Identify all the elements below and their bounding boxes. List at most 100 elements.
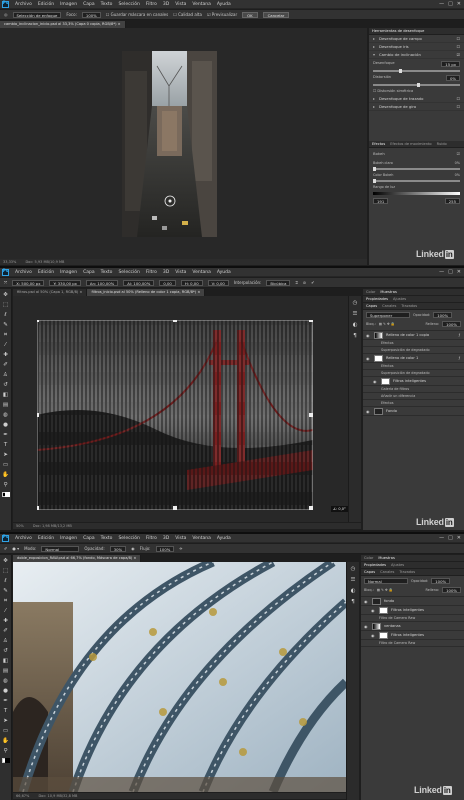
opacity-input[interactable]: 100% — [431, 578, 451, 584]
checkbox-icon[interactable]: ☐ — [457, 36, 460, 41]
eraser-tool-icon[interactable]: ◧ — [2, 392, 10, 399]
visibility-eye-icon[interactable]: ◉ — [364, 624, 369, 629]
stamp-tool-icon[interactable]: ♙ — [2, 372, 10, 379]
tab-adjustments[interactable]: Ajustes — [391, 563, 404, 567]
tab-layers[interactable]: Capas — [364, 570, 375, 574]
tilt-distortion-slider[interactable] — [373, 83, 460, 87]
menu-ayuda[interactable]: Ayuda — [217, 270, 231, 275]
menu-texto[interactable]: Texto — [101, 536, 113, 541]
menu-imagen[interactable]: Imagen — [60, 270, 77, 275]
y-input[interactable]: Y: 330,00 px — [49, 279, 81, 286]
cancel-button[interactable]: Cancelar — [262, 11, 290, 18]
blur-tool-icon[interactable]: ◍ — [2, 678, 10, 685]
menu-capa[interactable]: Capa — [83, 536, 95, 541]
brush-tool-icon[interactable]: ✐ — [2, 362, 10, 369]
layer-effect-item[interactable]: Efectos — [363, 400, 464, 407]
document-tab[interactable]: filtros.psd al 50% (Capa 1, RGB/8) × — [13, 289, 88, 296]
symmetric-distortion-checkbox[interactable]: ☐ Distorsión simétrica — [369, 87, 464, 95]
visibility-eye-icon[interactable]: ◉ — [366, 409, 371, 414]
angle-input[interactable]: 0,00 — [159, 279, 176, 286]
layer-thumbnail[interactable] — [374, 354, 383, 362]
menu-seleccion[interactable]: Selección — [118, 270, 139, 275]
layer-fx-icon[interactable]: ƒ — [459, 333, 460, 337]
healing-tool-icon[interactable]: ✚ — [2, 352, 10, 359]
lasso-tool-icon[interactable]: ℓ — [2, 578, 10, 585]
adjustments-panel-icon[interactable]: ◐ — [349, 588, 357, 595]
tab-swatches[interactable]: Muestras — [378, 556, 394, 560]
menu-edicion[interactable]: Edición — [38, 536, 54, 541]
menu-archivo[interactable]: Archivo — [15, 536, 32, 541]
pressure-opacity-icon[interactable]: ◉ — [131, 546, 135, 551]
quick-select-tool-icon[interactable]: ✎ — [2, 322, 10, 329]
tab-channels[interactable]: Canales — [382, 304, 396, 308]
gradient-tool-icon[interactable]: ▤ — [2, 668, 10, 675]
marquee-tool-icon[interactable]: ⬚ — [2, 568, 10, 575]
paragraph-panel-icon[interactable]: ¶ — [351, 333, 359, 340]
marquee-tool-icon[interactable]: ⬚ — [2, 302, 10, 309]
layer-name[interactable]: Filtros inteligentes — [391, 608, 424, 612]
menu-vista[interactable]: Vista — [175, 536, 186, 541]
menu-ventana[interactable]: Ventana — [192, 270, 210, 275]
flow-input[interactable]: 100% — [155, 545, 175, 552]
blend-mode-select[interactable]: Superponer — [366, 312, 410, 318]
vskew-input[interactable]: V: 0,00 — [207, 279, 229, 286]
checkbox-icon[interactable]: ☐ — [457, 104, 460, 109]
close-icon[interactable]: ✕ — [457, 1, 461, 7]
layer-thumbnail[interactable] — [381, 377, 390, 385]
canvas-area-1[interactable] — [0, 28, 367, 261]
interpolation-select[interactable]: Bicúbica — [266, 279, 291, 286]
tab-motion-effects[interactable]: Efectos de movimiento — [390, 142, 431, 146]
tab-color[interactable]: Color — [366, 290, 375, 294]
preview-checkbox[interactable]: ☑ Previsualizar — [207, 12, 237, 17]
layer-effect-item[interactable]: Superposición de degradado — [363, 347, 464, 354]
light-range-min[interactable]: 191 — [373, 198, 389, 204]
checkbox-checked-icon[interactable]: ☑ — [457, 151, 460, 156]
history-panel-icon[interactable]: ◷ — [351, 300, 359, 307]
light-range-max[interactable]: 255 — [444, 198, 460, 204]
layer-fx-icon[interactable]: ƒ — [459, 356, 460, 360]
smart-filters-row[interactable]: ◉ Filtros inteligentes — [363, 377, 464, 386]
chevron-right-icon[interactable]: ▸ — [373, 36, 375, 41]
menu-texto[interactable]: Texto — [101, 2, 113, 7]
menu-ayuda[interactable]: Ayuda — [217, 2, 231, 7]
crop-tool-icon[interactable]: ⌗ — [2, 332, 10, 339]
menu-vista[interactable]: Vista — [175, 270, 186, 275]
layer-effect-item[interactable]: Filtro de Camera Raw — [361, 615, 464, 622]
menu-imagen[interactable]: Imagen — [60, 536, 77, 541]
layer-name[interactable]: Fondo — [386, 409, 397, 413]
menu-vista[interactable]: Vista — [175, 2, 186, 7]
commit-transform-icon[interactable]: ✔ — [311, 280, 314, 285]
effect-tilt-shift[interactable]: ▾ Cambio de inclinación ☑ — [369, 51, 464, 59]
visibility-eye-icon[interactable]: ◉ — [373, 379, 378, 384]
menu-seleccion[interactable]: Selección — [118, 536, 139, 541]
layer-effect-item[interactable]: Efectos — [363, 363, 464, 370]
layer-effect-item[interactable]: Galería de filtros — [363, 386, 464, 393]
type-tool-icon[interactable]: T — [2, 442, 10, 449]
history-panel-icon[interactable]: ◷ — [349, 566, 357, 573]
eyedropper-tool-icon[interactable]: ⁄ — [2, 608, 10, 615]
menu-seleccion[interactable]: Selección — [118, 2, 139, 7]
healing-tool-icon[interactable]: ✚ — [2, 618, 10, 625]
layer-name[interactable]: Filtros inteligentes — [393, 379, 426, 383]
minimize-icon[interactable]: — — [439, 269, 444, 275]
hskew-input[interactable]: H: 0,00 — [180, 279, 203, 286]
tilt-blur-slider-handle[interactable] — [399, 69, 403, 73]
cancel-transform-icon[interactable]: ⊘ — [303, 280, 306, 285]
tilt-distortion-value[interactable]: 0% — [445, 75, 460, 81]
tab-paths[interactable]: Trazados — [401, 304, 417, 308]
effect-spin-blur[interactable]: ▸ Desenfoque de giro ☐ — [369, 103, 464, 111]
ok-button[interactable]: OK — [242, 11, 258, 18]
menu-ventana[interactable]: Ventana — [192, 536, 210, 541]
high-quality-checkbox[interactable]: ☐ Calidad alta — [173, 12, 202, 17]
checkbox-icon[interactable]: ☐ — [457, 96, 460, 101]
move-tool-icon[interactable]: ✥ — [2, 292, 10, 299]
adjustments-panel-icon[interactable]: ◐ — [351, 322, 359, 329]
slider-handle[interactable] — [373, 167, 376, 171]
document-tab[interactable]: cambio_inclinacion_inicio.psd al 33,3% (… — [0, 21, 126, 28]
tab-color[interactable]: Color — [364, 556, 373, 560]
bokeh-color-value[interactable]: 0% — [455, 173, 460, 177]
menu-archivo[interactable]: Archivo — [15, 270, 32, 275]
shape-tool-icon[interactable]: ▭ — [2, 728, 10, 735]
close-icon[interactable]: ✕ — [457, 535, 461, 541]
mode-select[interactable]: Normal — [41, 545, 80, 552]
